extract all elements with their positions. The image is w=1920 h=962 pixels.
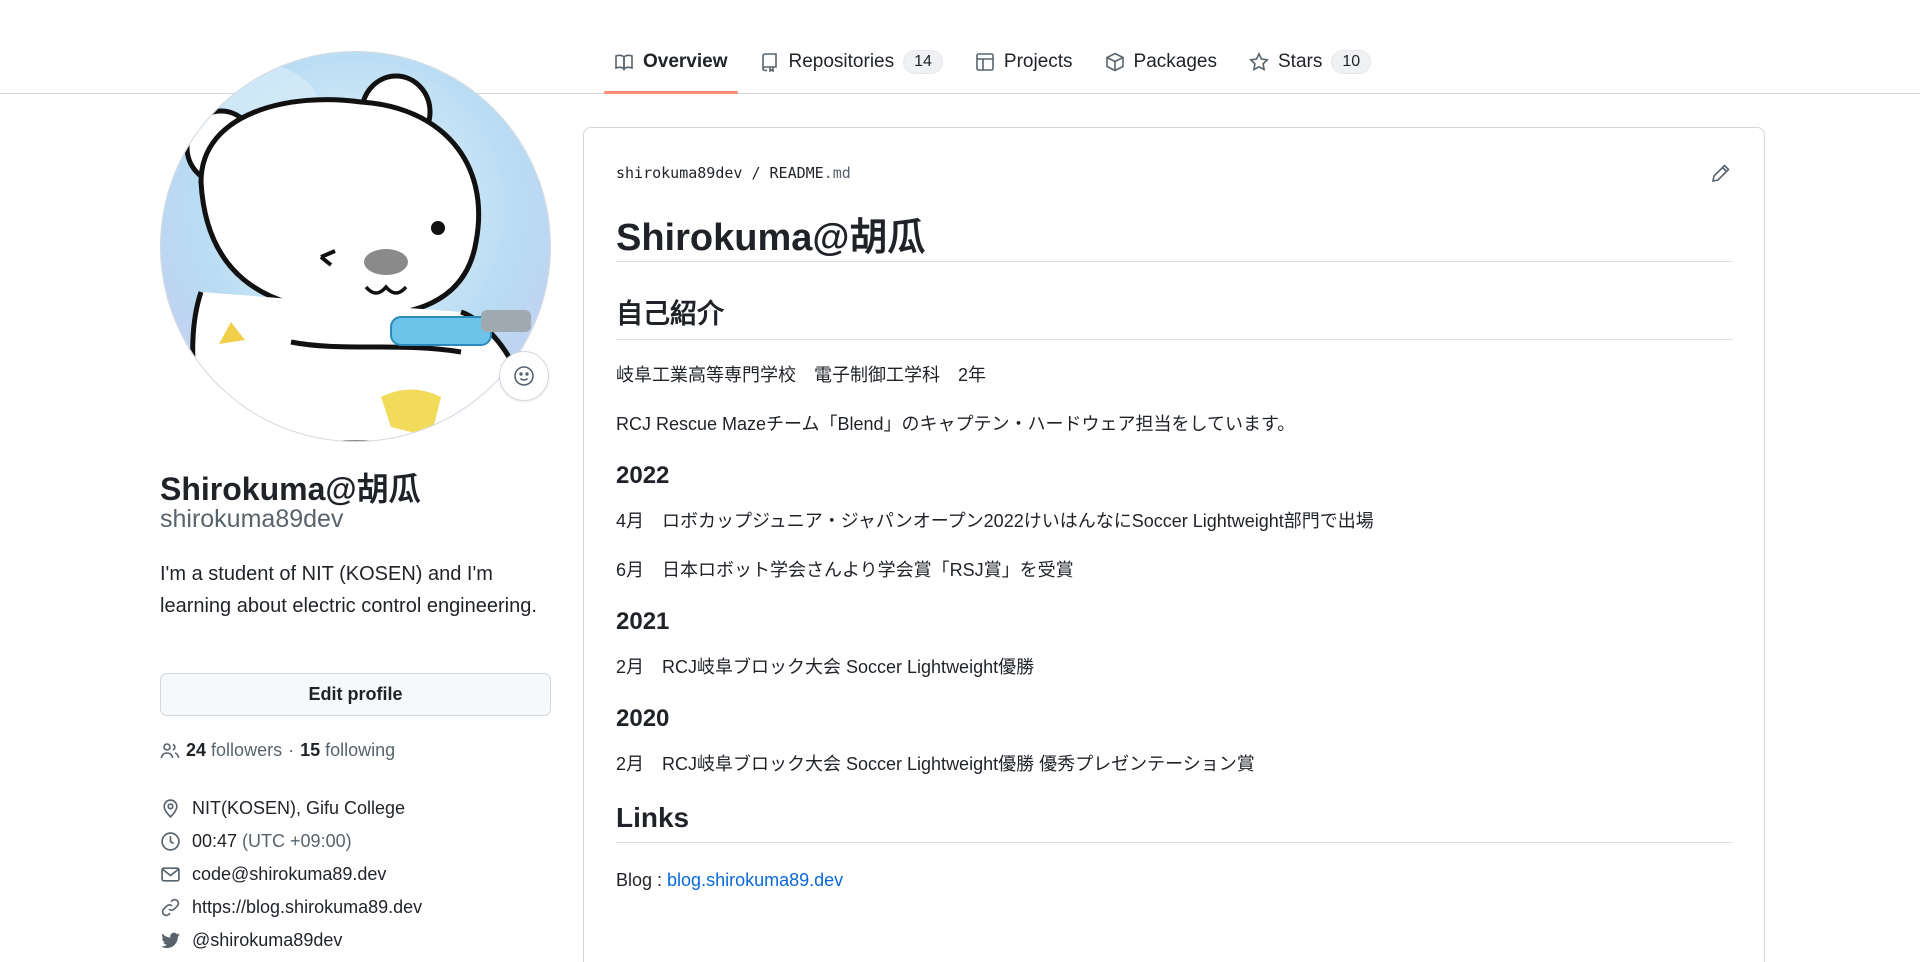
readme-path: shirokuma89dev / README.md [616,164,851,182]
event-item: 2月 RCJ岐阜ブロック大会 Soccer Lightweight優勝 優秀プレ… [616,754,1255,774]
link-icon [161,898,180,917]
local-time-text: 00:47 [192,831,238,851]
edit-profile-button[interactable]: Edit profile [160,673,551,716]
path-separator: / [751,164,761,182]
people-icon [160,742,180,758]
tab-projects[interactable]: Projects [965,40,1083,84]
star-icon [1249,52,1269,71]
follow-separator: · [288,740,295,760]
location-text: NIT(KOSEN), Gifu College [192,798,406,818]
location-icon [163,799,178,819]
following-link[interactable]: 15 following [300,740,395,761]
twitter-item: @shirokuma89dev [160,924,422,957]
mail-icon [161,867,180,882]
intro-line: RCJ Rescue Mazeチーム「Blend」のキャプテン・ハードウェア担当… [616,414,1296,434]
website-link[interactable]: https://blog.shirokuma89.dev [192,897,422,918]
package-icon [1105,52,1124,72]
profile-details: NIT(KOSEN), Gifu College 00:47 (UTC +09:… [160,792,422,957]
year-heading: 2020 [616,705,670,732]
followers-count: 24 [186,740,207,760]
profile-tabs: Overview Repositories 14 Projects Packag… [604,40,1393,94]
readme-title: Shirokuma@胡瓜 [616,206,1733,262]
tab-repositories[interactable]: Repositories 14 [750,40,953,84]
readme-filename: README [769,164,824,182]
tab-label: Projects [1003,51,1073,72]
email-item: code@shirokuma89.dev [160,858,422,891]
twitter-link[interactable]: @shirokuma89dev [192,930,342,951]
event-item: 2月 RCJ岐阜ブロック大会 Soccer Lightweight優勝 [616,657,1035,677]
following-count: 15 [300,740,321,760]
intro-line: 岐阜工業高等専門学校 電子制御工学科 2年 [616,365,987,385]
tab-label: Stars [1278,51,1323,72]
email-link[interactable]: code@shirokuma89.dev [192,864,386,885]
profile-name: Shirokuma@胡瓜 [160,471,421,507]
repo-icon [761,53,777,72]
edit-readme-button[interactable] [1710,162,1732,184]
readme-box: shirokuma89dev / README.md Shirokuma@胡瓜 … [583,127,1765,962]
tab-overview[interactable]: Overview [604,40,738,94]
book-icon [615,54,633,71]
stars-count-badge: 10 [1331,50,1372,74]
tab-label: Packages [1133,51,1217,72]
tab-packages[interactable]: Packages [1095,40,1227,84]
polar-bear-avatar-image [161,52,550,441]
smiley-icon [514,366,534,386]
tab-label: Repositories [788,51,895,72]
followers-label: followers [211,740,283,760]
local-time-item: 00:47 (UTC +09:00) [160,825,422,858]
readme-owner-link[interactable]: shirokuma89dev [616,164,742,182]
followers-link[interactable]: 24 followers [186,740,282,761]
tab-stars[interactable]: Stars 10 [1239,40,1381,84]
links-heading: Links [616,802,1733,843]
blog-line: Blog : blog.shirokuma89.dev [616,869,1733,891]
event-item: 6月 日本ロボット学会さんより学会賞「RSJ賞」を受賞 [616,560,1074,580]
website-item: https://blog.shirokuma89.dev [160,891,422,924]
blog-link[interactable]: blog.shirokuma89.dev [667,870,843,890]
table-icon [976,53,994,71]
repositories-count-badge: 14 [903,50,943,74]
twitter-icon [161,932,180,949]
timezone-text: (UTC +09:00) [242,831,352,851]
set-status-button[interactable] [499,351,549,401]
year-heading: 2021 [616,608,670,635]
blog-label: Blog : [616,870,668,890]
intro-heading: 自己紹介 [616,292,1733,340]
tab-label: Overview [643,51,728,72]
readme-extension: .md [823,164,851,182]
readme-filename-link[interactable]: README.md [770,164,851,182]
year-heading: 2022 [616,462,670,489]
pencil-icon [1711,164,1730,183]
clock-icon [161,832,180,851]
event-item: 4月 ロボカップジュニア・ジャパンオープン2022けいはんなにSoccer Li… [616,511,1374,531]
location-item: NIT(KOSEN), Gifu College [160,792,422,825]
readme-content: Shirokuma@胡瓜 自己紹介 岐阜工業高等専門学校 電子制御工学科 2年 … [616,206,1733,918]
profile-bio: I'm a student of NIT (KOSEN) and I'm lea… [160,563,537,617]
profile-login: shirokuma89dev [160,505,344,533]
follow-stats: 24 followers · 15 following [160,740,395,761]
following-label: following [325,740,396,760]
avatar[interactable] [160,51,551,442]
